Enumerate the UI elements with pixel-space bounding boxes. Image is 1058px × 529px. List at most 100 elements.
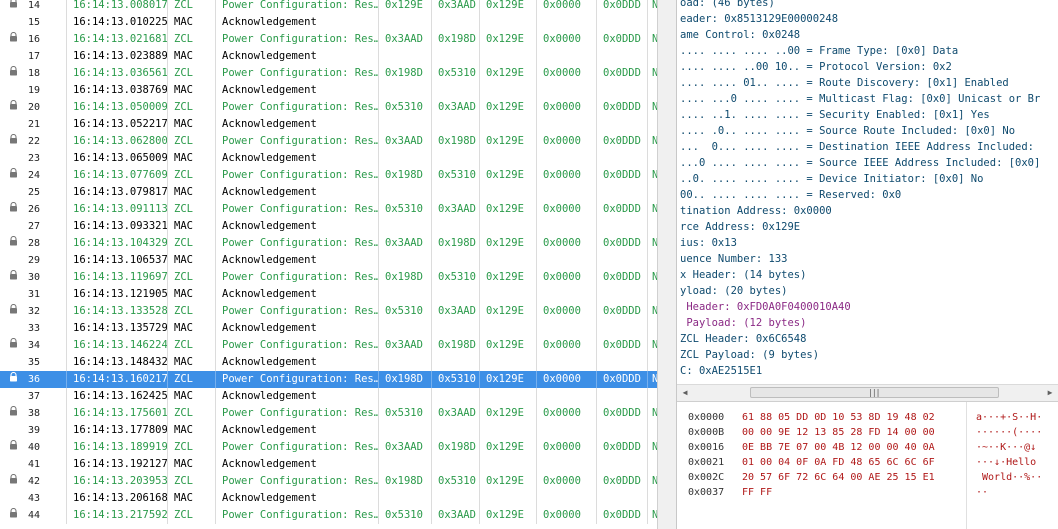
bytes-hex[interactable]: 61 88 05 DD 0D 10 53 8D 19 48 02 bbox=[742, 410, 935, 425]
packet-row[interactable]: 20 16:14:13.050009 ZCL Power Configuration:… bbox=[0, 99, 657, 116]
detail-tree-line[interactable]: ame Control: 0x0248 bbox=[680, 27, 800, 43]
lock-icon bbox=[0, 14, 22, 31]
packet-info: Power Configuration: Res… bbox=[216, 405, 379, 422]
packet-row[interactable]: 44 16:14:13.217592 ZCL Power Configuration:… bbox=[0, 507, 657, 524]
bytes-hex[interactable]: FF FF bbox=[742, 485, 772, 500]
detail-tree-line[interactable]: ... 0... .... .... = Destination IEEE Ad… bbox=[680, 139, 1034, 155]
scrollbar-thumb[interactable]: ||| bbox=[750, 387, 999, 398]
bytes-ascii[interactable]: ······(···· bbox=[976, 425, 1042, 440]
packet-row[interactable]: 22 16:14:13.062800 ZCL Power Configuration:… bbox=[0, 133, 657, 150]
detail-tree-line[interactable]: x Header: (14 bytes) bbox=[680, 267, 806, 283]
detail-tree-line[interactable]: Payload: (12 bytes) bbox=[680, 315, 806, 331]
packet-bytes-pane[interactable]: 0x0000 61 88 05 DD 0D 10 53 8D 19 48 02 a·… bbox=[677, 401, 1058, 529]
packet-row[interactable]: 39 16:14:13.177809 MAC Acknowledgement bbox=[0, 422, 657, 439]
packet-time: 16:14:13.133528 bbox=[67, 303, 168, 320]
packet-protocol: ZCL bbox=[168, 269, 216, 286]
bytes-ascii[interactable]: World··%·· bbox=[976, 470, 1042, 485]
detail-tree-line[interactable]: .... ...0 .... .... = Multicast Flag: [0… bbox=[680, 91, 1040, 107]
bytes-offset[interactable]: 0x0021 bbox=[688, 455, 724, 470]
detail-tree-line[interactable]: C: 0xAE2515E1 bbox=[680, 363, 762, 379]
detail-tree-line[interactable]: Header: 0xFD0A0F0400010A40 bbox=[680, 299, 850, 315]
packet-field-d: 0x0000 bbox=[537, 65, 597, 82]
bytes-hex[interactable]: 20 57 6F 72 6C 64 00 AE 25 15 E1 bbox=[742, 470, 935, 485]
bytes-ascii[interactable]: a···+·S··H· bbox=[976, 410, 1042, 425]
packet-row[interactable]: 17 16:14:13.023889 MAC Acknowledgement bbox=[0, 48, 657, 65]
lock-icon bbox=[0, 218, 22, 235]
packet-row[interactable]: 41 16:14:13.192127 MAC Acknowledgement bbox=[0, 456, 657, 473]
packet-row[interactable]: 35 16:14:13.148432 MAC Acknowledgement bbox=[0, 354, 657, 371]
detail-tree-line[interactable]: ZCL Payload: (9 bytes) bbox=[680, 347, 819, 363]
packet-row[interactable]: 14 16:14:13.008017 ZCL Power Configuration:… bbox=[0, 0, 657, 14]
packet-info: Acknowledgement bbox=[216, 48, 379, 65]
packet-row[interactable]: 34 16:14:13.146224 ZCL Power Configuration:… bbox=[0, 337, 657, 354]
detail-tree-line[interactable]: ius: 0x13 bbox=[680, 235, 737, 251]
detail-tree-line[interactable]: .... .... .... ..00 = Frame Type: [0x0] … bbox=[680, 43, 958, 59]
packet-field-d bbox=[537, 252, 597, 269]
packet-field-b: 0x3AAD bbox=[432, 507, 480, 524]
detail-tree-line[interactable]: .... .... ..00 10.. = Protocol Version: … bbox=[680, 59, 952, 75]
bytes-hex[interactable]: 0E BB 7E 07 00 4B 12 00 00 40 0A bbox=[742, 440, 935, 455]
detail-tree-line[interactable]: ZCL Header: 0x6C6548 bbox=[680, 331, 806, 347]
detail-tree-line[interactable]: ..0. .... .... .... = Device Initiator: … bbox=[680, 171, 983, 187]
bytes-hex[interactable]: 00 00 9E 12 13 85 28 FD 14 00 00 bbox=[742, 425, 935, 440]
packet-row[interactable]: 29 16:14:13.106537 MAC Acknowledgement bbox=[0, 252, 657, 269]
packet-row[interactable]: 27 16:14:13.093321 MAC Acknowledgement bbox=[0, 218, 657, 235]
bytes-ascii[interactable]: ·· bbox=[976, 485, 988, 500]
packet-info: Power Configuration: Res… bbox=[216, 99, 379, 116]
bytes-offset[interactable]: 0x000B bbox=[688, 425, 724, 440]
packet-row[interactable]: 24 16:14:13.077609 ZCL Power Configuration:… bbox=[0, 167, 657, 184]
bytes-offset[interactable]: 0x002C bbox=[688, 470, 724, 485]
detail-horizontal-scrollbar[interactable]: ◀ ||| ▶ bbox=[677, 384, 1058, 401]
bytes-hex[interactable]: 01 00 04 0F 0A FD 48 65 6C 6C 6F bbox=[742, 455, 935, 470]
packet-info: Acknowledgement bbox=[216, 286, 379, 303]
packet-row[interactable]: 32 16:14:13.133528 ZCL Power Configuration:… bbox=[0, 303, 657, 320]
detail-tree-line[interactable]: ...0 .... .... .... = Source IEEE Addres… bbox=[680, 155, 1040, 171]
packet-field-c: 0x129E bbox=[480, 473, 537, 490]
detail-tree-line[interactable]: rce Address: 0x129E bbox=[680, 219, 800, 235]
detail-tree-line[interactable]: eader: 0x8513129E00000248 bbox=[680, 11, 838, 27]
packet-row[interactable]: 16 16:14:13.021681 ZCL Power Configuration:… bbox=[0, 31, 657, 48]
detail-tree-line[interactable]: uence Number: 133 bbox=[680, 251, 787, 267]
packet-info: Acknowledgement bbox=[216, 218, 379, 235]
packet-row[interactable]: 38 16:14:13.175601 ZCL Power Configuration:… bbox=[0, 405, 657, 422]
packet-row[interactable]: 43 16:14:13.206168 MAC Acknowledgement bbox=[0, 490, 657, 507]
detail-tree-line[interactable]: oad: (46 bytes) bbox=[680, 0, 775, 11]
detail-tree-line[interactable]: tination Address: 0x0000 bbox=[680, 203, 832, 219]
packet-number: 25 bbox=[22, 184, 67, 201]
bytes-offset[interactable]: 0x0037 bbox=[688, 485, 724, 500]
packet-row-selected[interactable]: 36 16:14:13.160217 ZCL Power Configuration:… bbox=[0, 371, 657, 388]
packet-field-c bbox=[480, 116, 537, 133]
packet-detail-tree[interactable]: oad: (46 bytes) eader: 0x8513129E00000248… bbox=[677, 0, 1058, 384]
arrow-left-icon[interactable]: ◀ bbox=[678, 386, 692, 400]
packet-row[interactable]: 37 16:14:13.162425 MAC Acknowledgement bbox=[0, 388, 657, 405]
packet-row[interactable]: 42 16:14:13.203953 ZCL Power Configuration:… bbox=[0, 473, 657, 490]
pane-splitter[interactable] bbox=[657, 0, 677, 529]
packet-row[interactable]: 28 16:14:13.104329 ZCL Power Configuration:… bbox=[0, 235, 657, 252]
packet-list[interactable]: 14 16:14:13.008017 ZCL Power Configuration:… bbox=[0, 0, 657, 529]
lock-icon bbox=[0, 116, 22, 133]
packet-row[interactable]: 33 16:14:13.135729 MAC Acknowledgement bbox=[0, 320, 657, 337]
packet-row[interactable]: 25 16:14:13.079817 MAC Acknowledgement bbox=[0, 184, 657, 201]
detail-tree-line[interactable]: 00.. .... .... .... = Reserved: 0x0 bbox=[680, 187, 901, 203]
bytes-offset[interactable]: 0x0000 bbox=[688, 410, 724, 425]
packet-row[interactable]: 26 16:14:13.091113 ZCL Power Configuration:… bbox=[0, 201, 657, 218]
packet-row[interactable]: 19 16:14:13.038769 MAC Acknowledgement bbox=[0, 82, 657, 99]
bytes-offset[interactable]: 0x0016 bbox=[688, 440, 724, 455]
bytes-ascii[interactable]: ·~··K···@↓ bbox=[976, 440, 1036, 455]
packet-row[interactable]: 31 16:14:13.121905 MAC Acknowledgement bbox=[0, 286, 657, 303]
packet-field-f: N bbox=[652, 339, 657, 351]
packet-row[interactable]: 40 16:14:13.189919 ZCL Power Configuration:… bbox=[0, 439, 657, 456]
packet-number: 40 bbox=[22, 439, 67, 456]
detail-tree-line[interactable]: .... ..1. .... .... = Security Enabled: … bbox=[680, 107, 990, 123]
detail-tree-line[interactable]: .... .... 01.. .... = Route Discovery: [… bbox=[680, 75, 1009, 91]
packet-row[interactable]: 21 16:14:13.052217 MAC Acknowledgement bbox=[0, 116, 657, 133]
detail-tree-line[interactable]: yload: (20 bytes) bbox=[680, 283, 787, 299]
bytes-ascii[interactable]: ···↓·Hello bbox=[976, 455, 1036, 470]
arrow-right-icon[interactable]: ▶ bbox=[1043, 386, 1057, 400]
packet-row[interactable]: 18 16:14:13.036561 ZCL Power Configuration:… bbox=[0, 65, 657, 82]
packet-row[interactable]: 23 16:14:13.065009 MAC Acknowledgement bbox=[0, 150, 657, 167]
packet-row[interactable]: 30 16:14:13.119697 ZCL Power Configuration:… bbox=[0, 269, 657, 286]
packet-protocol: ZCL bbox=[168, 507, 216, 524]
detail-tree-line[interactable]: .... .0.. .... .... = Source Route Inclu… bbox=[680, 123, 1015, 139]
packet-row[interactable]: 15 16:14:13.010225 MAC Acknowledgement bbox=[0, 14, 657, 31]
